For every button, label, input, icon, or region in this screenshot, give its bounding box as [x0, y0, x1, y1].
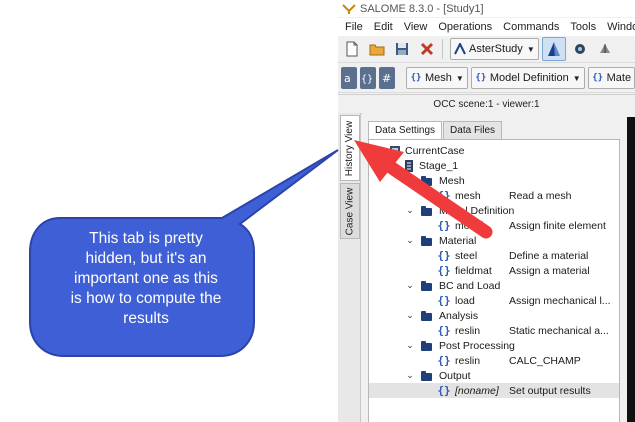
callout-line: important one as this: [74, 270, 218, 287]
callout-line: This tab is pretty: [89, 230, 203, 247]
annotation-overlay: [29, 140, 493, 357]
callout-text: This tab is pretty hidden, but it's an i…: [46, 229, 246, 329]
callout-line: hidden, but it's an: [85, 250, 207, 267]
callout-line: results: [123, 310, 169, 327]
red-arrow-icon: [354, 140, 493, 239]
callout-line: is how to compute the: [70, 290, 222, 307]
